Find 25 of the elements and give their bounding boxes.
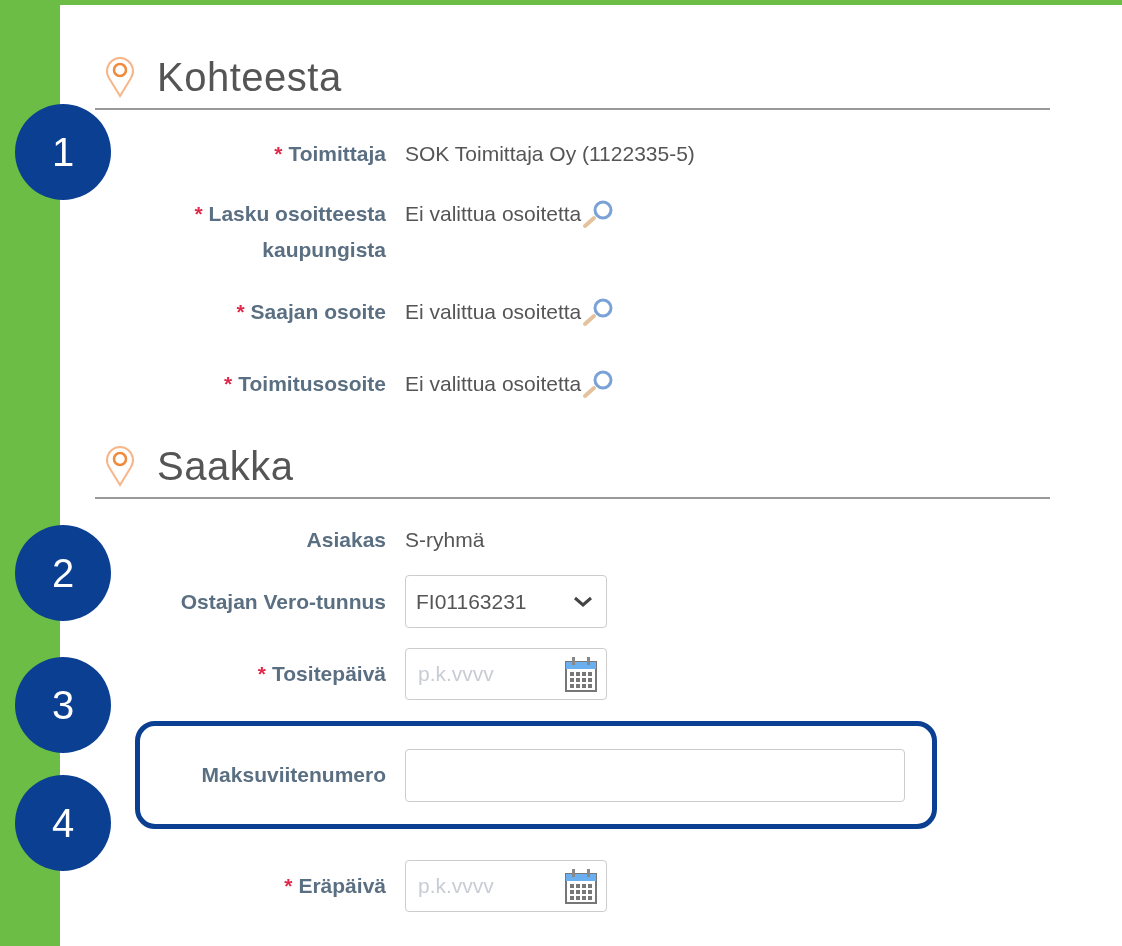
field-label: * Eräpäivä [283, 873, 386, 899]
field-label: * Tositepäivä [256, 661, 386, 687]
field-label: * Lasku osoitteesta kaupungista [193, 201, 386, 263]
section-title: Kohteesta [157, 54, 342, 100]
field-label: * Toimitusosoite [223, 371, 386, 397]
field-value: Ei valittua osoitetta [405, 299, 582, 325]
calendar-icon[interactable] [565, 868, 597, 904]
field-value: Ei valittua osoitetta [405, 371, 582, 397]
location-pin-icon [105, 56, 135, 98]
section-title: Saakka [157, 443, 294, 489]
select-field[interactable]: FI01163231 [405, 575, 607, 628]
field-label: Ostajan Vero-tunnus [179, 588, 386, 615]
field-label: * Saajan osoite [235, 299, 386, 325]
field-value: S-ryhmä [405, 527, 485, 553]
field-label: Asiakas [305, 527, 386, 553]
calendar-icon[interactable] [565, 656, 597, 692]
field-label: * Toimittaja [273, 141, 386, 167]
field-value: Ei valittua osoitetta [405, 201, 582, 227]
number-badge: 2 [15, 525, 111, 621]
location-pin-icon [105, 445, 135, 487]
chevron-down-icon [572, 594, 594, 609]
input-field[interactable] [405, 748, 905, 802]
field-value: SOK Toimittaja Oy (1122335-5) [405, 141, 695, 167]
field-label: Maksuviitenumero [200, 762, 386, 788]
number-badge: 4 [15, 775, 111, 871]
